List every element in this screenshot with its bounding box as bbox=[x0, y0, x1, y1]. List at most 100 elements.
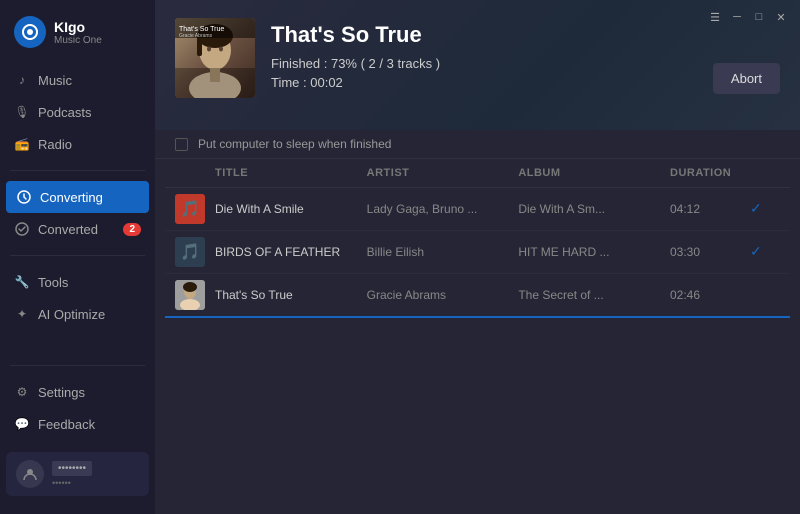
minimize-icon: ─ bbox=[733, 11, 741, 23]
converting-icon bbox=[16, 189, 32, 205]
minimize-button[interactable]: ─ bbox=[728, 8, 746, 26]
app-logo-text: KIgo Music One bbox=[54, 19, 102, 46]
sidebar-item-feedback[interactable]: 💬 Feedback bbox=[0, 408, 155, 440]
tools-icon: 🔧 bbox=[14, 274, 30, 290]
sidebar-bottom: ⚙ Settings 💬 Feedback •••••••• •••••• bbox=[0, 361, 155, 514]
divider-2 bbox=[10, 255, 145, 256]
artist-text-1: Lady Gaga, Bruno ... bbox=[367, 202, 478, 216]
sidebar-item-settings[interactable]: ⚙ Settings bbox=[0, 376, 155, 408]
track-duration-1: 04:12 bbox=[670, 200, 750, 218]
table-header: TITLE ARTIST ALBUM DURATION bbox=[165, 159, 790, 188]
sidebar-label-converted: Converted bbox=[38, 222, 98, 237]
duration-text-1: 04:12 bbox=[670, 202, 700, 216]
sleep-checkbox[interactable] bbox=[175, 138, 188, 151]
album-text-1: Die With A Sm... bbox=[518, 202, 605, 216]
user-email: •••••• bbox=[52, 478, 92, 488]
user-name: •••••••• bbox=[52, 461, 92, 476]
music-icon: ♪ bbox=[14, 72, 30, 88]
track-thumb-2: 🎵 bbox=[175, 237, 215, 267]
maximize-icon: □ bbox=[756, 11, 763, 23]
settings-icon: ⚙ bbox=[14, 384, 30, 400]
track-thumb-1: 🎵 bbox=[175, 194, 215, 224]
track-title-cell-1: Die With A Smile bbox=[215, 202, 367, 216]
duration-text-2: 03:30 bbox=[670, 245, 700, 259]
thumb-img-2: 🎵 bbox=[175, 237, 205, 267]
col-status bbox=[750, 167, 780, 179]
nav-tools: 🔧 Tools ✦ AI Optimize bbox=[0, 260, 155, 336]
track-title-2: BIRDS OF A FEATHER bbox=[215, 245, 340, 259]
divider-1 bbox=[10, 170, 145, 171]
track-status-1: ✓ bbox=[750, 200, 780, 218]
col-thumb bbox=[175, 167, 215, 179]
nav-bottom: ⚙ Settings 💬 Feedback bbox=[0, 370, 155, 446]
col-artist: ARTIST bbox=[367, 167, 519, 179]
sidebar-label-converting: Converting bbox=[40, 190, 103, 205]
svg-text:🎵: 🎵 bbox=[180, 243, 200, 261]
sidebar-item-tools[interactable]: 🔧 Tools bbox=[0, 266, 155, 298]
app-subtitle: Music One bbox=[54, 35, 102, 46]
svg-text:Gracie Abrams: Gracie Abrams bbox=[179, 33, 213, 39]
sidebar-item-converting[interactable]: Converting bbox=[6, 181, 149, 213]
duration-text-3: 02:46 bbox=[670, 288, 700, 302]
close-button[interactable]: ✕ bbox=[772, 8, 790, 26]
track-title-1: Die With A Smile bbox=[215, 202, 304, 216]
sidebar-label-tools: Tools bbox=[38, 275, 68, 290]
header-inner: That's So True Gracie Abrams That's So T… bbox=[175, 18, 780, 98]
logo-area: KIgo Music One bbox=[0, 0, 155, 58]
user-info: •••••••• •••••• bbox=[52, 461, 92, 488]
track-duration-3: 02:46 bbox=[670, 286, 750, 304]
time-text: Time : 00:02 bbox=[271, 75, 697, 90]
col-title: TITLE bbox=[215, 167, 367, 179]
track-title-cell-3: That's So True bbox=[215, 288, 367, 302]
sleep-row: Put computer to sleep when finished bbox=[155, 130, 800, 159]
app-name: KIgo bbox=[54, 19, 102, 35]
header-info: That's So True Finished : 73% ( 2 / 3 tr… bbox=[271, 18, 697, 90]
sidebar-label-feedback: Feedback bbox=[38, 417, 95, 432]
app-logo-icon bbox=[14, 16, 46, 48]
sidebar-label-music: Music bbox=[38, 73, 72, 88]
track-thumb-3 bbox=[175, 280, 215, 310]
album-text-3: The Secret of ... bbox=[518, 288, 603, 302]
podcasts-icon: 🎙 bbox=[14, 104, 30, 120]
col-duration: DURATION bbox=[670, 167, 750, 179]
maximize-button[interactable]: □ bbox=[750, 8, 768, 26]
track-album-2: HIT ME HARD ... bbox=[518, 243, 670, 261]
track-duration-2: 03:30 bbox=[670, 243, 750, 261]
sidebar-item-ai-optimize[interactable]: ✦ AI Optimize bbox=[0, 298, 155, 330]
track-title-cell-2: BIRDS OF A FEATHER bbox=[215, 245, 367, 259]
track-status-2: ✓ bbox=[750, 243, 780, 261]
thumb-img-1: 🎵 bbox=[175, 194, 205, 224]
album-text-2: HIT ME HARD ... bbox=[518, 245, 609, 259]
table-row[interactable]: 🎵 Die With A Smile Lady Gaga, Bruno ... … bbox=[165, 188, 790, 231]
sidebar-item-music[interactable]: ♪ Music bbox=[0, 64, 155, 96]
svg-text:🎵: 🎵 bbox=[180, 200, 200, 218]
artist-text-2: Billie Eilish bbox=[367, 245, 424, 259]
radio-icon: 📻 bbox=[14, 136, 30, 152]
user-profile[interactable]: •••••••• •••••• bbox=[6, 452, 149, 496]
svg-text:That's So True: That's So True bbox=[179, 26, 224, 33]
track-table: TITLE ARTIST ALBUM DURATION 🎵 Die With A… bbox=[155, 159, 800, 514]
main-content: ☰ ─ □ ✕ bbox=[155, 0, 800, 514]
checkmark-icon-2: ✓ bbox=[750, 243, 762, 259]
menu-button[interactable]: ☰ bbox=[706, 8, 724, 26]
feedback-icon: 💬 bbox=[14, 416, 30, 432]
table-row[interactable]: 🎵 BIRDS OF A FEATHER Billie Eilish HIT M… bbox=[165, 231, 790, 274]
thumb-img-3 bbox=[175, 280, 205, 310]
table-row[interactable]: That's So True Gracie Abrams The Secret … bbox=[165, 274, 790, 318]
sidebar-item-converted[interactable]: Converted 2 bbox=[0, 213, 155, 245]
sidebar-item-podcasts[interactable]: 🎙 Podcasts bbox=[0, 96, 155, 128]
nav-status: Converting Converted 2 bbox=[0, 175, 155, 251]
converted-icon bbox=[14, 221, 30, 237]
track-artist-2: Billie Eilish bbox=[367, 243, 519, 261]
track-artist-3: Gracie Abrams bbox=[367, 286, 519, 304]
sidebar-item-radio[interactable]: 📻 Radio bbox=[0, 128, 155, 160]
track-album-3: The Secret of ... bbox=[518, 286, 670, 304]
progress-text: Finished : 73% ( 2 / 3 tracks ) bbox=[271, 56, 697, 71]
user-avatar bbox=[16, 460, 44, 488]
divider-3 bbox=[10, 365, 145, 366]
abort-button[interactable]: Abort bbox=[713, 63, 780, 94]
col-album: ALBUM bbox=[518, 167, 670, 179]
converted-badge: 2 bbox=[123, 223, 141, 236]
sidebar-label-ai: AI Optimize bbox=[38, 307, 105, 322]
title-bar: ☰ ─ □ ✕ bbox=[696, 0, 800, 34]
